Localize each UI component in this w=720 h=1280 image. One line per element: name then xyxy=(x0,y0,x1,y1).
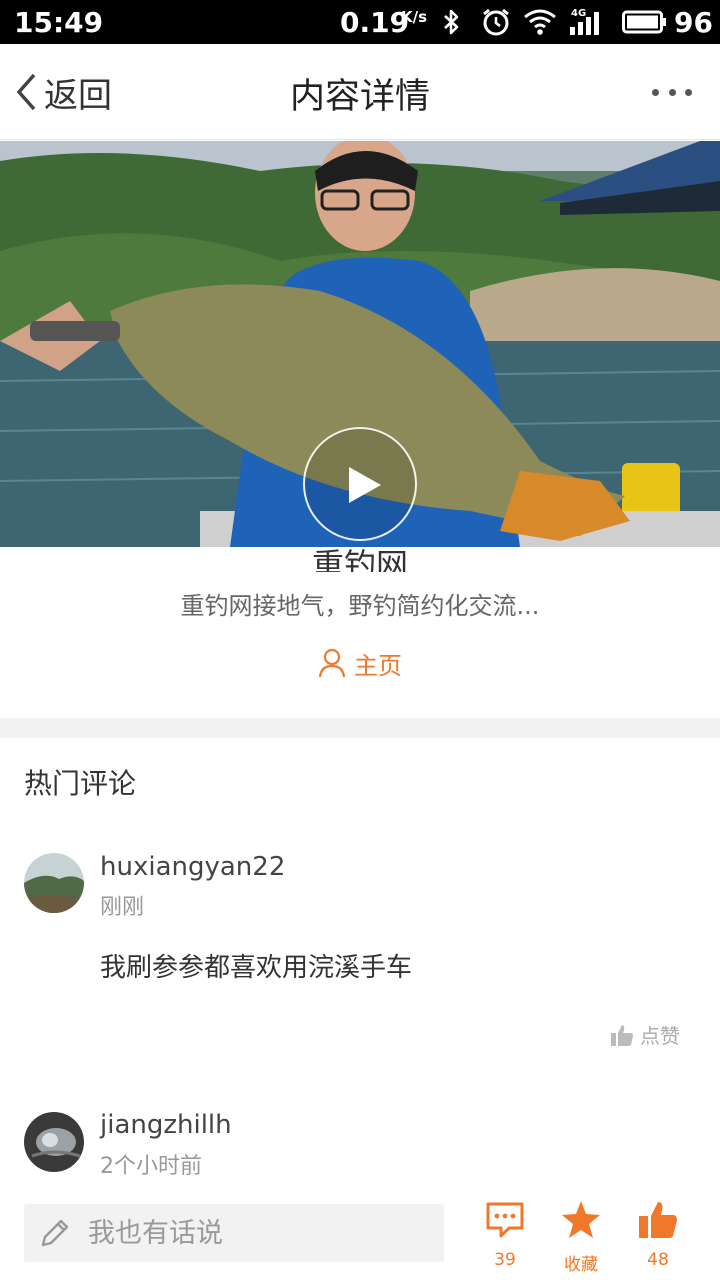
avatar[interactable] xyxy=(24,853,84,913)
comment-username[interactable]: jiangzhillh xyxy=(100,1110,232,1140)
avatar-image xyxy=(24,853,84,913)
page-title: 内容详情 xyxy=(289,77,430,117)
network-speed-unit: K/s xyxy=(401,8,428,26)
user-icon xyxy=(318,648,346,678)
battery-level: 96 xyxy=(674,6,713,39)
channel-description: 重钓网接地气，野钓简约化交流... xyxy=(180,592,540,620)
play-icon xyxy=(349,467,381,503)
thumbs-up-icon xyxy=(639,1202,677,1238)
comment-time: 2个小时前 xyxy=(100,1154,202,1179)
more-icon[interactable] xyxy=(652,86,692,98)
like-button[interactable]: 点赞 xyxy=(610,1020,680,1049)
nav-header: 返回 内容详情 xyxy=(0,44,720,140)
like-label: 点赞 xyxy=(640,1024,680,1048)
video-player[interactable] xyxy=(0,141,720,547)
comment-icon xyxy=(486,1202,524,1238)
battery-icon xyxy=(622,10,666,34)
avatar-image xyxy=(24,1112,84,1172)
avatar[interactable] xyxy=(24,1112,84,1172)
comment-input[interactable] xyxy=(88,1217,418,1249)
comment-count: 39 xyxy=(494,1250,516,1270)
bottom-bar: 39 收藏 48 xyxy=(0,1192,720,1280)
homepage-button[interactable]: 主页 xyxy=(318,646,402,680)
thumbs-up-icon xyxy=(611,1024,633,1046)
wifi-icon xyxy=(524,9,556,35)
status-time: 15:49 xyxy=(14,6,104,39)
comment-time: 刚刚 xyxy=(100,895,145,920)
comments-button[interactable]: 39 xyxy=(475,1200,535,1270)
signal-icon xyxy=(570,12,599,35)
play-button[interactable] xyxy=(303,427,417,541)
status-bar: 15:49 0.19 K/s 4G 96 xyxy=(0,0,720,44)
pencil-icon xyxy=(41,1219,69,1247)
hot-comments-title: 热门评论 xyxy=(24,767,137,800)
channel-name: 重钓网 xyxy=(0,528,720,572)
channel-name-text: 重钓网 xyxy=(311,546,408,572)
homepage-label: 主页 xyxy=(354,651,402,680)
star-icon xyxy=(562,1201,600,1238)
like-count: 48 xyxy=(647,1250,669,1270)
bluetooth-icon xyxy=(444,9,459,35)
section-divider xyxy=(0,718,720,738)
favorite-label: 收藏 xyxy=(564,1255,598,1275)
comment-input-box[interactable] xyxy=(24,1204,444,1262)
comment-username[interactable]: huxiangyan22 xyxy=(100,852,285,882)
comment-text: 我刷参参都喜欢用浣溪手车 xyxy=(100,953,413,983)
screen: 15:49 0.19 K/s 4G 96 返回 内容详情 重钓网 重钓网接地气，… xyxy=(0,0,720,1280)
network-speed: 0.19 xyxy=(340,6,410,39)
favorite-button[interactable]: 收藏 xyxy=(551,1200,611,1275)
alarm-icon xyxy=(483,8,509,36)
like-count-button[interactable]: 48 xyxy=(628,1200,688,1270)
